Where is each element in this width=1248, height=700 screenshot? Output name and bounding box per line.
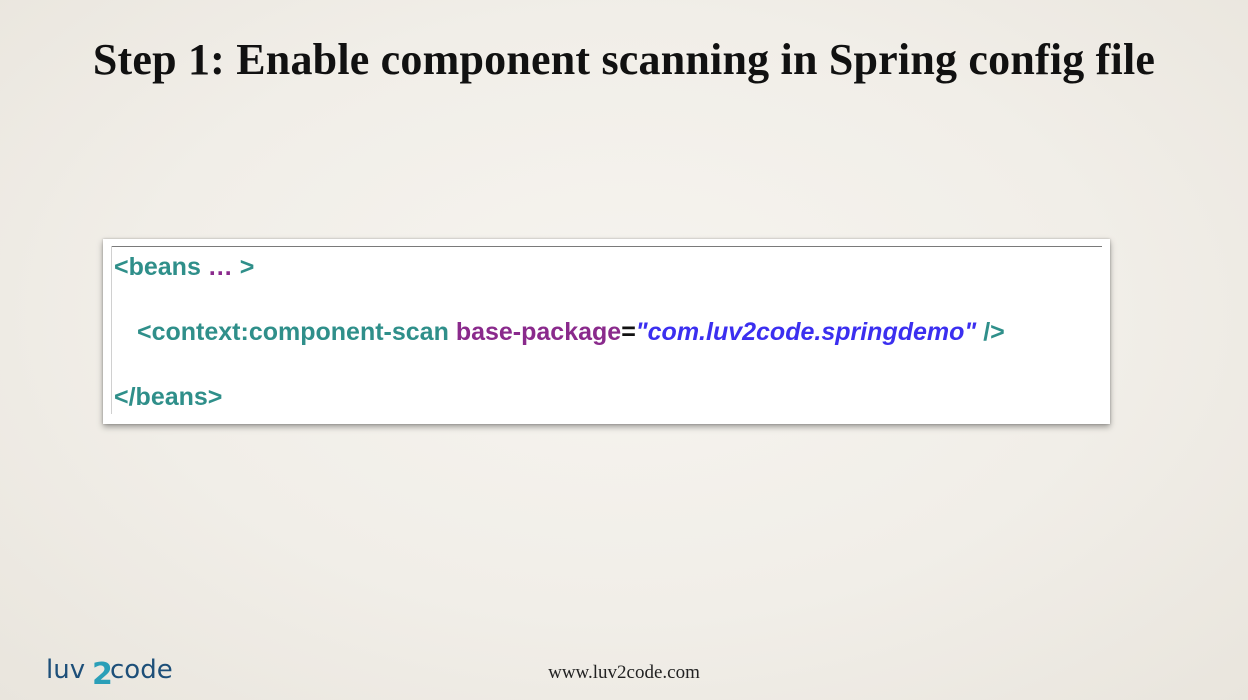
card-left-rule: [111, 246, 112, 414]
self-close-tag: />: [976, 318, 1005, 346]
base-package-attribute: base-package: [455, 318, 622, 346]
beans-open-tag: <beans: [114, 253, 201, 281]
base-package-value: "com.luv2code.springdemo": [635, 318, 977, 346]
component-scan-tag: <context:component-scan: [137, 318, 449, 346]
code-snippet-card: <beans … > <context:component-scan base-…: [103, 239, 1110, 424]
slide-title: Step 1: Enable component scanning in Spr…: [92, 35, 1156, 84]
footer-url: www.luv2code.com: [548, 662, 700, 683]
code-line-beans-open: <beans … >: [114, 253, 254, 282]
beans-open-close-bracket: >: [239, 253, 255, 281]
card-top-rule: [111, 246, 1102, 247]
beans-ellipsis: …: [200, 253, 240, 281]
beans-close-tag: </beans>: [114, 383, 223, 411]
code-line-component-scan: <context:component-scan base-package="co…: [137, 318, 1005, 347]
code-line-beans-close: </beans>: [114, 383, 222, 412]
equals-sign: =: [621, 318, 636, 346]
